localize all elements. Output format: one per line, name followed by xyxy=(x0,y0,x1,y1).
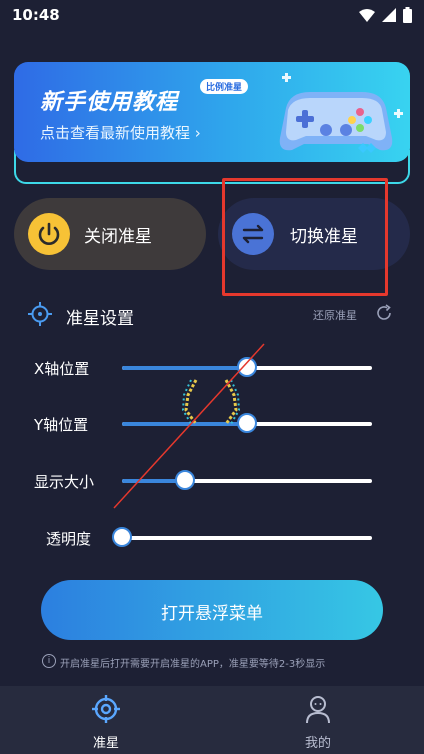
signal-icon xyxy=(382,8,396,22)
battery-icon xyxy=(403,7,412,23)
size-label: 显示大小 xyxy=(34,473,95,491)
x-position-fill xyxy=(122,366,247,370)
notice-text-wrap: i 开启准星后打开需要开启准星的APP，准星要等待2-3秒显示 xyxy=(42,654,326,670)
banner-tag: 比例准星 xyxy=(200,79,249,94)
open-floating-menu-button[interactable]: 打开悬浮菜单 xyxy=(41,580,383,640)
banner-subtitle: 点击查看最新使用教程 › xyxy=(40,124,201,142)
y-position-label: Y轴位置 xyxy=(34,416,89,434)
highlight-box xyxy=(222,178,388,296)
crosshair-icon xyxy=(28,302,52,326)
open-floating-menu-label: 打开悬浮菜单 xyxy=(161,604,263,624)
user-icon xyxy=(306,696,330,724)
status-bar: 10:48 xyxy=(0,0,424,30)
size-slider[interactable] xyxy=(122,470,372,490)
y-position-knob[interactable] xyxy=(237,413,257,433)
x-position-label: X轴位置 xyxy=(34,360,90,378)
x-position-knob[interactable] xyxy=(237,357,257,377)
y-position-fill xyxy=(122,422,247,426)
settings-title: 准星设置 xyxy=(66,309,134,329)
info-icon: i xyxy=(42,654,56,668)
opacity-label: 透明度 xyxy=(46,530,92,548)
tab-crosshair[interactable]: 准星 xyxy=(66,694,146,751)
opacity-slider[interactable] xyxy=(112,527,372,547)
bottom-tab-bar: 准星 我的 xyxy=(0,686,424,754)
tutorial-banner[interactable]: 新手使用教程 比例准星 点击查看最新使用教程 › xyxy=(14,62,410,162)
notice-text: 开启准星后打开需要开启准星的APP，准星要等待2-3秒显示 xyxy=(60,659,326,670)
size-knob[interactable] xyxy=(175,470,195,490)
tab-mine-label: 我的 xyxy=(304,736,331,751)
crosshair-icon xyxy=(92,695,120,723)
status-time: 10:48 xyxy=(12,6,60,24)
close-crosshair-button[interactable]: 关闭准星 xyxy=(14,198,206,270)
tab-mine[interactable]: 我的 xyxy=(278,694,358,751)
wifi-icon xyxy=(359,8,375,22)
close-crosshair-label: 关闭准星 xyxy=(84,227,152,247)
gamepad-icon xyxy=(279,73,403,153)
refresh-icon[interactable] xyxy=(374,303,394,323)
tab-crosshair-label: 准星 xyxy=(92,736,119,751)
power-icon xyxy=(28,213,70,255)
opacity-knob[interactable] xyxy=(112,527,132,547)
x-position-slider[interactable] xyxy=(122,357,372,377)
status-icons xyxy=(359,7,412,23)
y-position-slider[interactable] xyxy=(122,413,372,433)
banner-title: 新手使用教程 xyxy=(40,90,179,115)
restore-crosshair-button[interactable]: 还原准星 xyxy=(313,307,357,323)
